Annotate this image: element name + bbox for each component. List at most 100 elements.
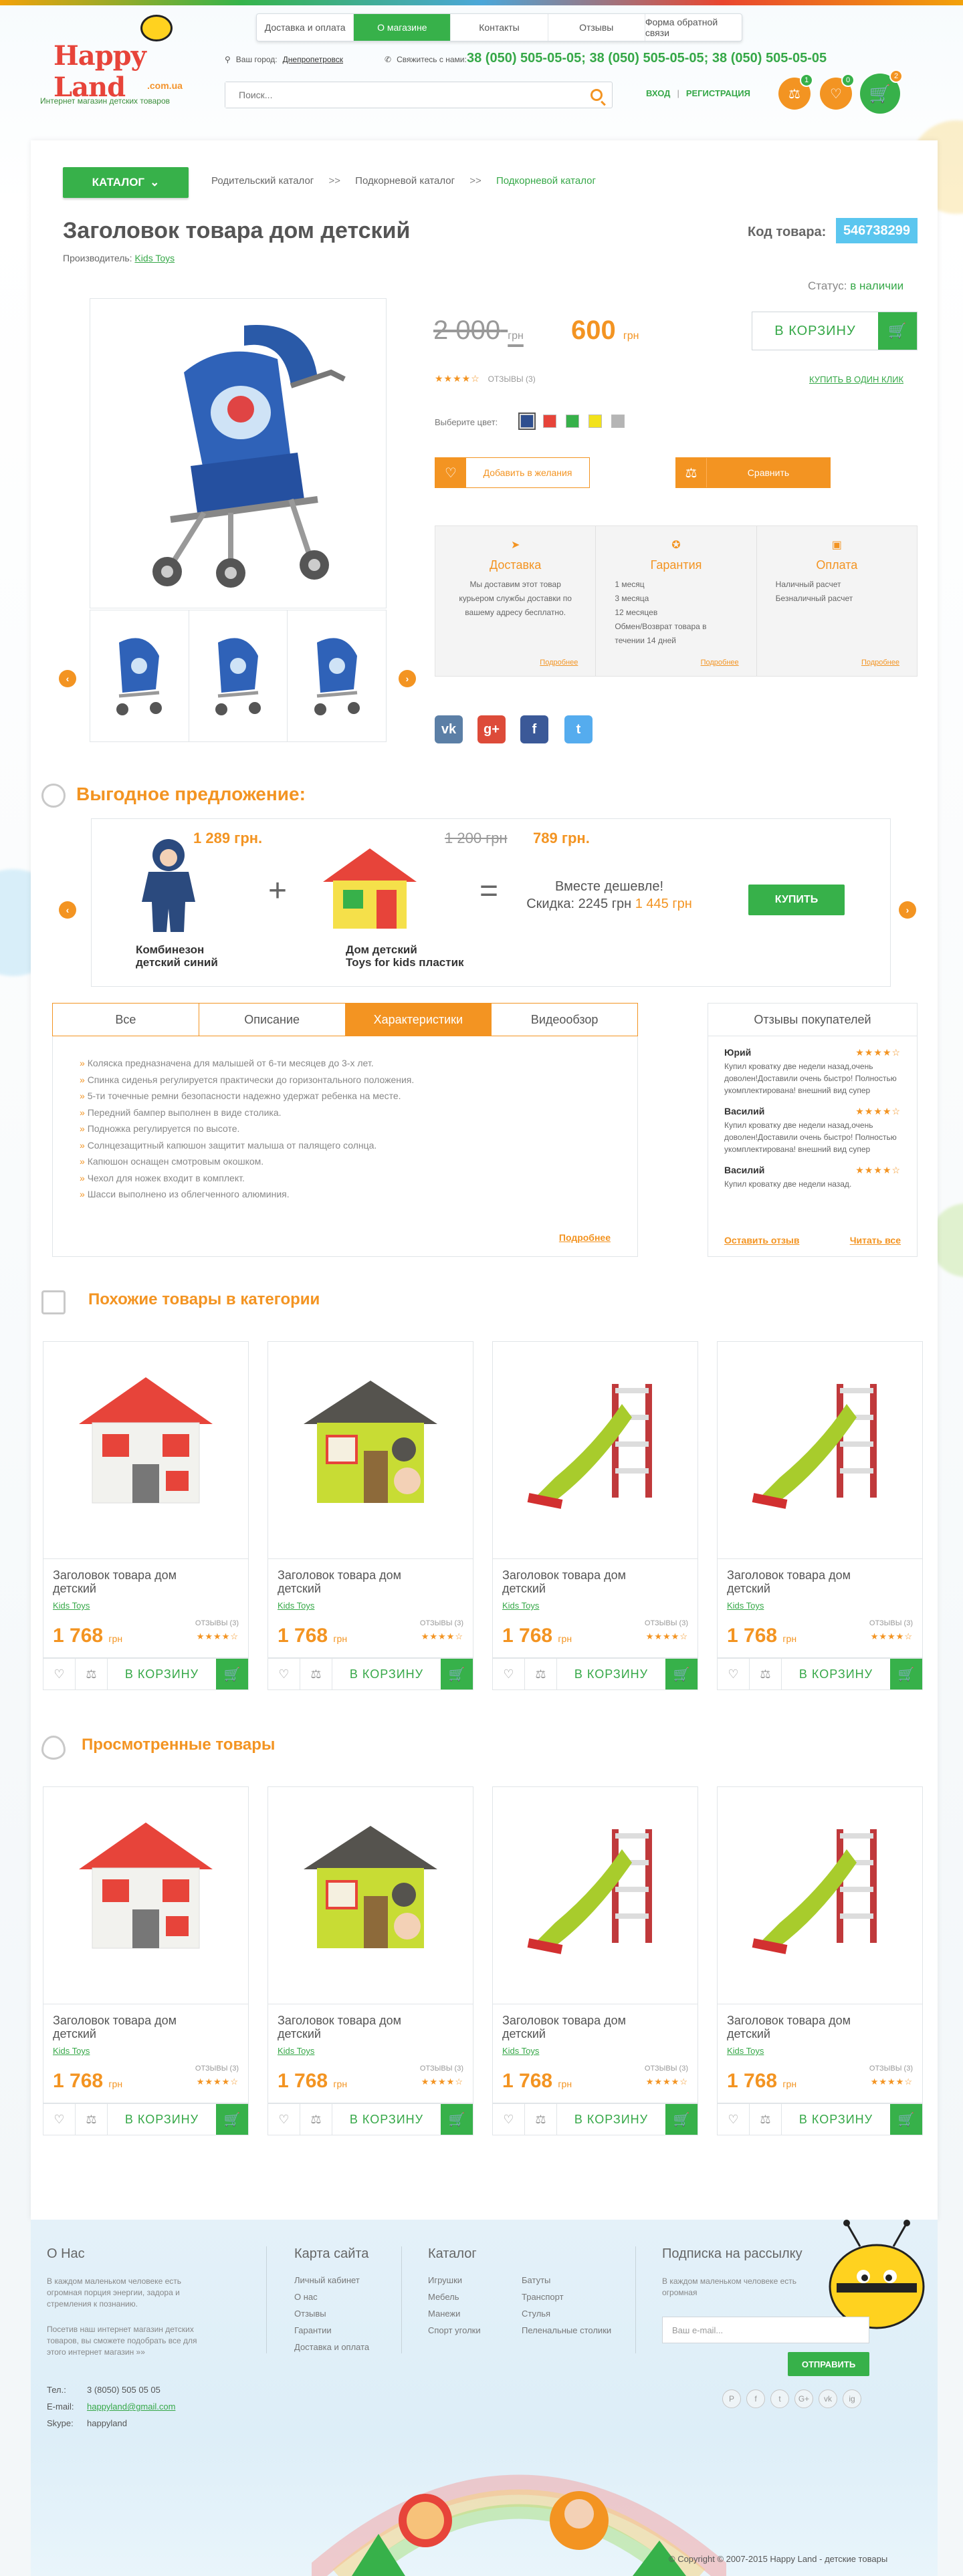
scales-icon[interactable]: ⚖: [525, 1659, 557, 1689]
cart-icon[interactable]: 🛒: [890, 1659, 922, 1689]
wishlist-button[interactable]: ♡ 0: [820, 74, 855, 110]
product-reviews-link[interactable]: ОТЗЫВЫ (3): [645, 2065, 688, 2073]
subscribe-button[interactable]: ОТПРАВИТЬ: [788, 2352, 869, 2376]
cart-icon[interactable]: 🛒: [441, 2104, 473, 2135]
nav-delivery[interactable]: Доставка и оплата: [257, 14, 354, 41]
search-icon[interactable]: [591, 89, 603, 101]
product-reviews-link[interactable]: ОТЗЫВЫ (3): [195, 1619, 239, 1627]
product-reviews-link[interactable]: ОТЗЫВЫ (3): [645, 1619, 688, 1627]
scales-icon[interactable]: ⚖: [750, 1659, 782, 1689]
offer-prev-button[interactable]: ‹: [59, 901, 76, 919]
add-to-cart-button[interactable]: В КОРЗИНУ 🛒: [752, 312, 918, 350]
footer-link[interactable]: Доставка и оплата: [294, 2339, 369, 2355]
product-name[interactable]: Заголовок товара дом детский: [727, 2014, 874, 2040]
footer-link[interactable]: Спорт уголки: [428, 2322, 481, 2339]
add-to-cart-button[interactable]: В КОРЗИНУ: [782, 1659, 890, 1689]
add-to-cart-button[interactable]: В КОРЗИНУ: [557, 1659, 665, 1689]
login-link[interactable]: ВХОД: [646, 88, 670, 98]
product-maker[interactable]: Kids Toys: [727, 2046, 764, 2056]
leave-review-link[interactable]: Оставить отзыв: [724, 1235, 799, 1246]
product-name[interactable]: Заголовок товара дом детский: [53, 1568, 200, 1595]
cart-icon[interactable]: 🛒: [665, 1659, 698, 1689]
product-card[interactable]: [268, 1786, 473, 2004]
tab-video[interactable]: Видеообзор: [492, 1004, 637, 1036]
product-image[interactable]: [493, 1787, 698, 1992]
heart-icon[interactable]: ♡: [718, 2104, 750, 2135]
product-image[interactable]: [493, 1342, 698, 1546]
footer-link[interactable]: Батуты: [522, 2272, 611, 2289]
twitter-share-button[interactable]: t: [564, 715, 593, 743]
nav-feedback[interactable]: Форма обратной связи: [645, 14, 742, 41]
heart-icon[interactable]: ♡: [268, 2104, 300, 2135]
cart-icon[interactable]: 🛒: [216, 1659, 248, 1689]
nav-contacts[interactable]: Контакты: [451, 14, 548, 41]
footer-link[interactable]: Манежи: [428, 2305, 481, 2322]
heart-icon[interactable]: ♡: [493, 1659, 525, 1689]
scales-icon[interactable]: ⚖: [76, 1659, 108, 1689]
logo[interactable]: Happy Land .com.ua Интернет магазин детс…: [40, 15, 194, 108]
city-selector[interactable]: Днепропетровск: [283, 55, 343, 64]
heart-icon[interactable]: ♡: [268, 1659, 300, 1689]
color-swatch[interactable]: [566, 415, 579, 428]
scales-icon[interactable]: ⚖: [525, 2104, 557, 2135]
twitter-icon[interactable]: t: [770, 2389, 789, 2408]
color-swatch[interactable]: [611, 415, 625, 428]
cart-icon[interactable]: 🛒: [665, 2104, 698, 2135]
product-image[interactable]: [268, 1787, 473, 1992]
reviews-link[interactable]: ОТЗЫВЫ (3): [488, 374, 536, 384]
add-to-cart-button[interactable]: В КОРЗИНУ: [332, 1659, 441, 1689]
vk-icon[interactable]: vk: [819, 2389, 837, 2408]
product-reviews-link[interactable]: ОТЗЫВЫ (3): [420, 1619, 463, 1627]
email-link[interactable]: happyland@gmail.com: [87, 2402, 175, 2412]
compare-button[interactable]: ⚖ 1: [778, 74, 813, 110]
product-name[interactable]: Заголовок товара дом детский: [53, 2014, 200, 2040]
product-name[interactable]: Заголовок товара дом детский: [727, 1568, 874, 1595]
offer-next-button[interactable]: ›: [899, 901, 916, 919]
tab-characteristics[interactable]: Характеристики: [345, 1004, 492, 1036]
heart-icon[interactable]: ♡: [718, 1659, 750, 1689]
heart-icon[interactable]: ♡: [493, 2104, 525, 2135]
subscribe-email-input[interactable]: Ваш e-mail...: [662, 2317, 869, 2343]
product-maker[interactable]: Kids Toys: [278, 1601, 314, 1611]
info-more-link[interactable]: Подробнее: [701, 659, 739, 667]
product-maker[interactable]: Kids Toys: [278, 2046, 314, 2056]
color-swatch[interactable]: [588, 415, 602, 428]
scales-icon[interactable]: ⚖: [750, 2104, 782, 2135]
product-maker[interactable]: Kids Toys: [53, 1601, 90, 1611]
footer-link[interactable]: Транспорт: [522, 2289, 611, 2305]
heart-icon[interactable]: ♡: [43, 2104, 76, 2135]
product-maker[interactable]: Kids Toys: [502, 2046, 539, 2056]
register-link[interactable]: РЕГИСТРАЦИЯ: [686, 88, 750, 98]
product-card[interactable]: [717, 1341, 923, 1559]
product-image[interactable]: [43, 1342, 248, 1546]
instagram-icon[interactable]: ig: [843, 2389, 861, 2408]
info-more-link[interactable]: Подробнее: [861, 659, 899, 667]
one-click-buy-link[interactable]: КУПИТЬ В ОДИН КЛИК: [809, 374, 903, 384]
product-reviews-link[interactable]: ОТЗЫВЫ (3): [869, 1619, 913, 1627]
tab-description[interactable]: Описание: [199, 1004, 346, 1036]
thumbnails-next-button[interactable]: ›: [399, 670, 416, 687]
footer-link[interactable]: Стулья: [522, 2305, 611, 2322]
product-card[interactable]: [43, 1341, 249, 1559]
google-share-button[interactable]: g+: [477, 715, 506, 743]
product-name[interactable]: Заголовок товара дом детский: [278, 2014, 425, 2040]
product-reviews-link[interactable]: ОТЗЫВЫ (3): [869, 2065, 913, 2073]
cart-icon[interactable]: 🛒: [216, 2104, 248, 2135]
add-to-cart-button[interactable]: В КОРЗИНУ: [108, 1659, 216, 1689]
cart-button[interactable]: 🛒 2: [860, 70, 903, 114]
product-image[interactable]: [43, 1787, 248, 1992]
google-plus-icon[interactable]: G+: [794, 2389, 813, 2408]
pinterest-icon[interactable]: P: [722, 2389, 741, 2408]
cart-icon[interactable]: 🛒: [890, 2104, 922, 2135]
thumbnail[interactable]: [288, 610, 386, 741]
thumbnails-prev-button[interactable]: ‹: [59, 670, 76, 687]
product-image[interactable]: [718, 1787, 922, 1992]
footer-link[interactable]: Личный кабинет: [294, 2272, 369, 2289]
thumbnail[interactable]: [189, 610, 288, 741]
add-to-wishlist-button[interactable]: ♡ Добавить в желания: [435, 457, 590, 488]
product-maker[interactable]: Kids Toys: [53, 2046, 90, 2056]
product-maker[interactable]: Kids Toys: [502, 1601, 539, 1611]
product-card[interactable]: [43, 1786, 249, 2004]
footer-link[interactable]: Игрушки: [428, 2272, 481, 2289]
add-to-cart-button[interactable]: В КОРЗИНУ: [108, 2104, 216, 2135]
